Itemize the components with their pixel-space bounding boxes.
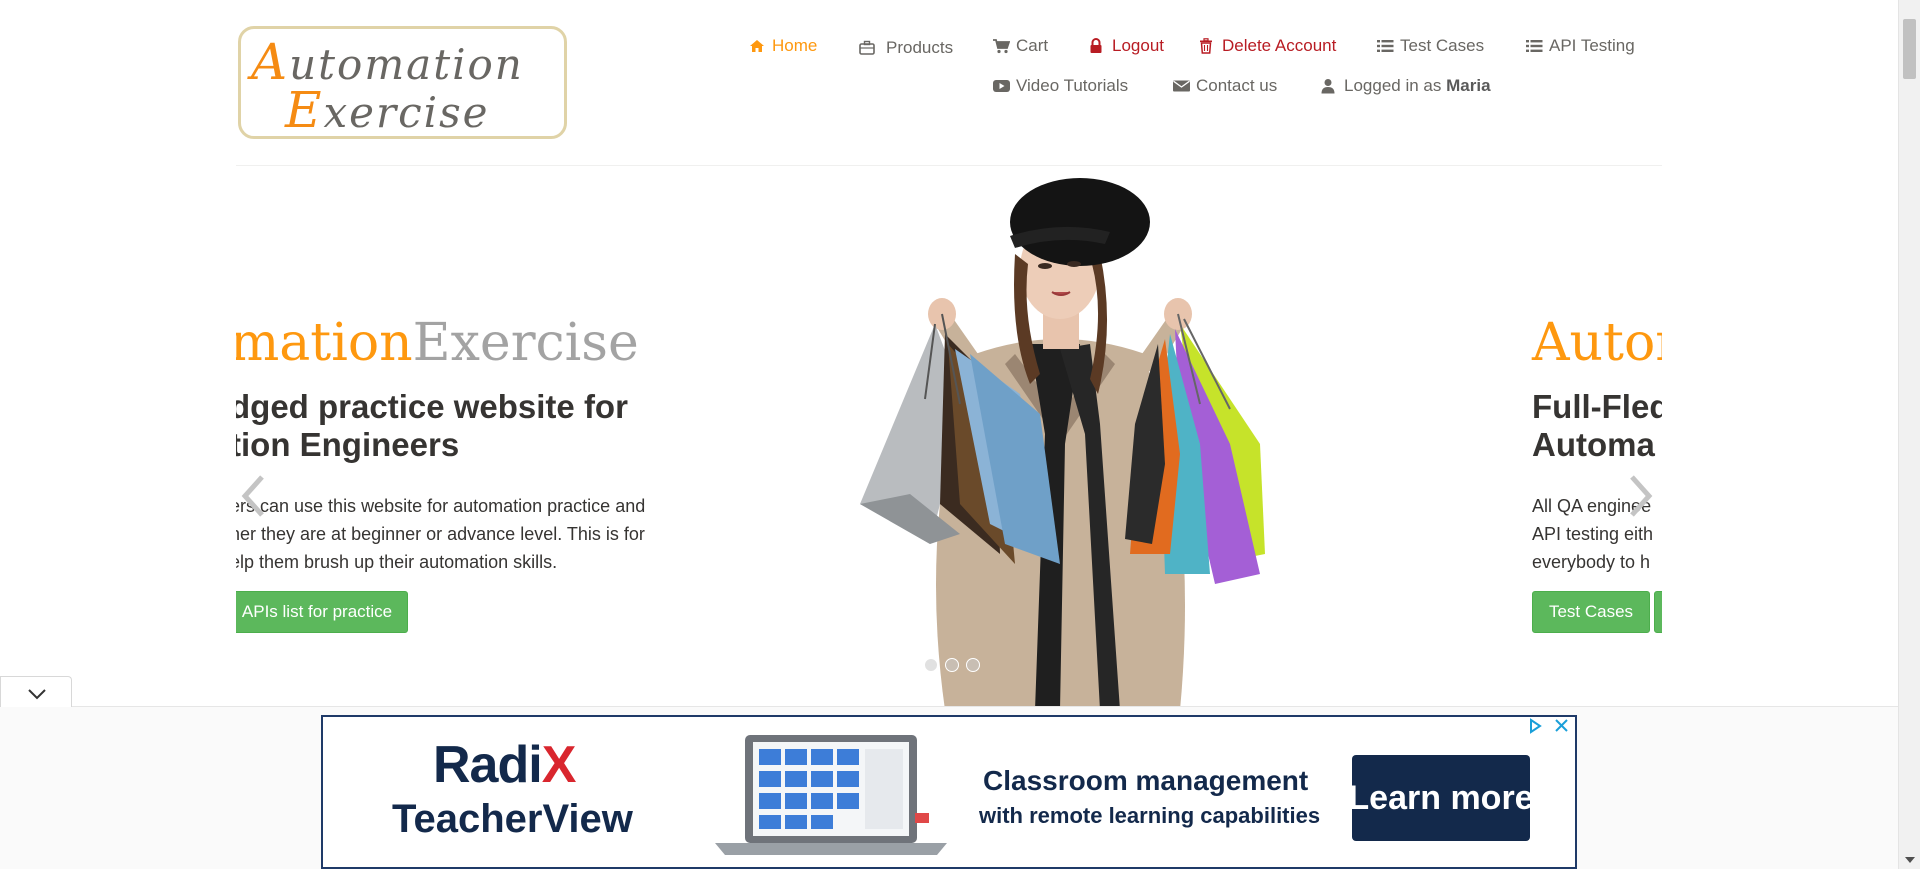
apis-list-button[interactable]: APIs list for practice [236,591,408,633]
scrollbar-thumb[interactable] [1903,19,1916,79]
nav-products[interactable]: Products [859,38,953,58]
cart-icon [993,38,1011,54]
nav-test-cases-label: Test Cases [1400,36,1485,55]
nav-test-cases[interactable]: Test Cases [1377,36,1484,56]
nav-cart-label: Cart [1016,36,1049,55]
chevron-right-icon [1630,475,1653,517]
test-cases-slide-button[interactable]: Test Cases [1532,591,1650,633]
trash-icon [1199,38,1215,54]
chevron-down-icon [28,689,46,700]
nav-home-label: Home [772,36,818,55]
ad-subline: with remote learning capabilities [979,803,1321,828]
ad-laptop-image [715,735,947,855]
nav-api-testing[interactable]: API Testing [1526,36,1635,56]
ad-collapse-toggle[interactable] [0,676,72,707]
envelope-icon [1173,78,1190,94]
apis-list-slide-button-partial[interactable] [1654,591,1662,633]
list-icon [1526,38,1543,54]
nav-cart[interactable]: Cart [993,36,1048,56]
lock-icon [1089,38,1105,54]
nav-home[interactable]: Home [749,36,817,56]
header-divider [236,165,1662,166]
logged-in-prefix: Logged in as [1344,76,1442,95]
nav-delete-account[interactable]: Delete Account [1199,36,1336,56]
hero-slider: mationExercise dged practice website for… [236,170,1662,710]
slider-next-control[interactable] [1628,474,1654,523]
close-icon[interactable] [1551,717,1573,735]
ad-brand-logo: RadiX [433,736,576,794]
slide-brand-left: mationExercise [236,313,639,373]
page-scrollbar[interactable] [1898,0,1920,869]
nav-products-label: Products [886,38,954,57]
site-logo[interactable]: Automation Exercise [238,26,567,139]
slide-heading-left: dged practice website for tion Engineers [236,388,628,463]
logo-letter-e: E [285,81,324,139]
nav-logged-in-user: Logged in as Maria [1321,76,1491,96]
slider-indicator[interactable] [924,658,938,672]
slider-indicators [924,658,980,672]
nav-api-testing-label: API Testing [1549,36,1635,55]
nav-contact-us-label: Contact us [1196,76,1278,95]
ad-learn-more-button[interactable]: Learn more [1348,755,1534,841]
hero-shopper-image [860,178,1265,710]
adchoices-icon[interactable] [1525,717,1545,735]
logged-in-username: Maria [1446,76,1491,95]
logo-word-2: xercise [323,88,490,137]
user-icon [1321,78,1337,94]
nav-video-tutorials-label: Video Tutorials [1016,76,1129,95]
slide-brand-right: Autom [1532,313,1662,373]
slider-indicator[interactable] [966,658,980,672]
nav-video-tutorials[interactable]: Video Tutorials [993,76,1128,96]
slider-indicator[interactable] [945,658,959,672]
ad-product-name: TeacherView [392,797,633,841]
slider-prev-control[interactable] [240,474,266,523]
home-icon [749,38,765,54]
slide-paragraph-left: ers can use this website for automation … [236,496,646,572]
ad-headline: Classroom management [983,765,1309,796]
nav-contact-us[interactable]: Contact us [1173,76,1277,96]
slide-heading-right: Full-Fled Automa [1532,388,1662,463]
nav-logout[interactable]: Logout [1089,36,1164,56]
advertisement[interactable]: RadiX TeacherView Classroom management w… [321,715,1577,869]
list-icon [1377,38,1394,54]
scroll-down-arrow[interactable] [1905,857,1915,863]
chevron-left-icon [241,475,264,517]
briefcase-icon [859,40,875,56]
nav-delete-account-label: Delete Account [1222,36,1337,55]
logo-letter-a: A [251,33,290,91]
youtube-icon [993,78,1010,94]
nav-logout-label: Logout [1112,36,1164,55]
